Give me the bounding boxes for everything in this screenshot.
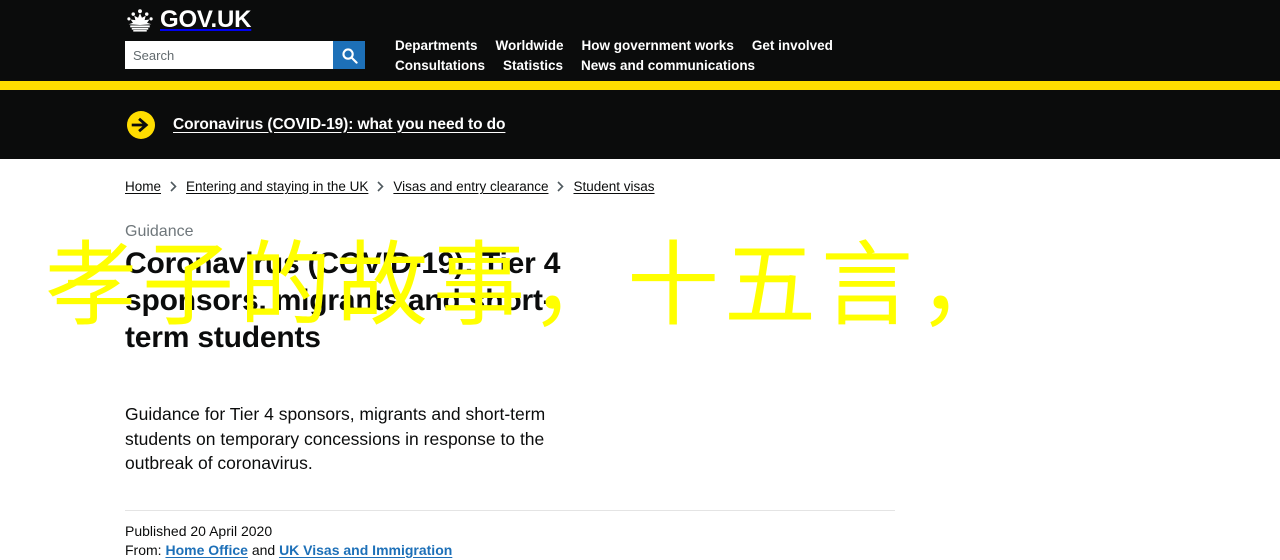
nav-item-departments[interactable]: Departments — [395, 38, 478, 54]
breadcrumb-item-visas-and-entry-clearance[interactable]: Visas and entry clearance — [393, 179, 548, 194]
global-header: GOV.UK Departments Worldwide How governm… — [0, 0, 1280, 81]
from-label: From: — [125, 541, 162, 558]
page-title: Coronavirus (COVID-19): Tier 4 sponsors,… — [125, 247, 561, 354]
published-date: Published 20 April 2020 — [125, 522, 273, 539]
header-navigation: Departments Worldwide How government wor… — [395, 38, 1095, 78]
document-type-label: Guidance — [125, 223, 194, 240]
from-conjunction: and — [251, 541, 276, 558]
nav-item-news-and-communications[interactable]: News and communications — [581, 58, 755, 74]
chevron-right-icon — [170, 181, 177, 192]
header-inner: GOV.UK Departments Worldwide How governm… — [125, 0, 1155, 81]
chevron-right-icon — [377, 181, 385, 192]
nav-row-primary: Departments Worldwide How government wor… — [395, 38, 1095, 54]
coronavirus-banner-link[interactable]: Coronavirus (COVID-19): what you need to… — [173, 116, 506, 134]
organisation-link-home-office[interactable]: Home Office — [165, 542, 247, 558]
nav-row-secondary: Consultations Statistics News and commun… — [395, 58, 1095, 74]
nav-item-statistics[interactable]: Statistics — [503, 58, 563, 74]
metadata-divider — [125, 509, 895, 511]
coronavirus-banner-inner: Coronavirus (COVID-19): what you need to… — [125, 90, 1155, 159]
crown-icon — [125, 8, 155, 32]
chevron-right-icon — [557, 181, 565, 192]
nav-item-get-involved[interactable]: Get involved — [752, 38, 833, 54]
logo-text: GOV.UK — [160, 6, 252, 33]
organisation-link-uk-visas-and-immigration[interactable]: UK Visas and Immigration — [279, 542, 452, 558]
arrow-right-circle-icon — [127, 110, 155, 139]
nav-item-consultations[interactable]: Consultations — [395, 58, 485, 74]
search-submit-button[interactable] — [333, 41, 365, 69]
nav-item-worldwide[interactable]: Worldwide — [496, 38, 564, 54]
breadcrumb-item-student-visas[interactable]: Student visas — [573, 179, 654, 194]
coronavirus-banner: Coronavirus (COVID-19): what you need to… — [0, 90, 1280, 159]
site-search-form — [125, 41, 365, 69]
page-description: Guidance for Tier 4 sponsors, migrants a… — [125, 404, 546, 473]
search-icon — [341, 47, 358, 64]
breadcrumb: Home Entering and staying in the UK Visa… — [125, 159, 1155, 194]
main-content: Guidance Coronavirus (COVID-19): Tier 4 … — [125, 194, 1155, 560]
content-column: Guidance Coronavirus (COVID-19): Tier 4 … — [125, 222, 595, 476]
publication-metadata: Published 20 April 2020 From: Home Offic… — [125, 522, 1155, 560]
search-input[interactable] — [125, 41, 333, 69]
breadcrumb-item-home[interactable]: Home — [125, 179, 161, 194]
govuk-logo-link[interactable]: GOV.UK — [125, 8, 251, 32]
breadcrumb-item-entering-and-staying-in-the-uk[interactable]: Entering and staying in the UK — [186, 179, 368, 194]
nav-item-how-government-works[interactable]: How government works — [582, 38, 734, 54]
header-yellow-divider — [0, 81, 1280, 90]
